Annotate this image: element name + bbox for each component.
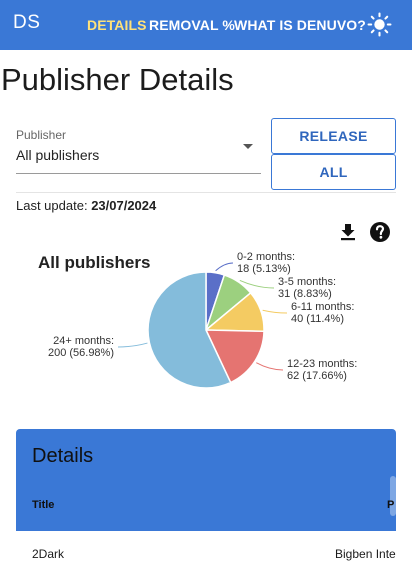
- table-cell-title: 2Dark: [32, 547, 65, 561]
- page-title: Publisher Details: [1, 62, 234, 97]
- divider: [16, 192, 396, 193]
- slice-label-4: 24+ months:: [53, 335, 114, 347]
- release-button[interactable]: RELEASE: [271, 118, 396, 154]
- chart-title: All publishers: [38, 253, 150, 272]
- slice-value-3: 62 (17.66%): [287, 370, 347, 382]
- leader-line-0: [215, 262, 234, 272]
- publisher-select-value: All publishers: [16, 147, 100, 163]
- chevron-down-icon: [243, 144, 253, 149]
- pie-chart: All publishers 0-2 months:18 (5.13%)3-5 …: [38, 251, 357, 389]
- last-update: Last update: 23/07/2024: [16, 198, 156, 213]
- slice-label-2: 6-11 months:: [291, 301, 354, 313]
- slice-value-2: 40 (11.4%): [291, 313, 344, 325]
- sun-icon[interactable]: [367, 12, 392, 37]
- slice-label-1: 3-5 months:: [278, 276, 336, 288]
- slice-value-1: 31 (8.83%): [278, 288, 332, 300]
- nav-removal[interactable]: REMOVAL %: [149, 17, 235, 33]
- details-title: Details: [32, 445, 94, 467]
- nav-what-is-denuvo[interactable]: WHAT IS DENUVO?: [234, 17, 366, 33]
- column-header-publisher[interactable]: P: [387, 499, 394, 511]
- slice-value-0: 18 (5.13%): [237, 263, 291, 275]
- slice-value-4: 200 (56.98%): [48, 347, 114, 359]
- column-header-title[interactable]: Title: [32, 499, 54, 511]
- nav-details[interactable]: DETAILS: [87, 17, 147, 33]
- last-update-date: 23/07/2024: [91, 198, 157, 213]
- publisher-select[interactable]: Publisher All publishers: [16, 120, 261, 174]
- slice-label-3: 12-23 months:: [287, 358, 357, 370]
- slice-label-0: 0-2 months:: [237, 251, 295, 263]
- details-card: Details Title P: [16, 429, 396, 531]
- leader-line-4: [117, 342, 148, 348]
- logo[interactable]: DS: [13, 12, 40, 34]
- top-app-bar: DS DETAILS REMOVAL % WHAT IS DENUVO?: [0, 0, 412, 50]
- last-update-label: Last update:: [16, 198, 88, 213]
- publisher-select-label: Publisher: [16, 128, 67, 142]
- all-button[interactable]: ALL: [271, 154, 396, 190]
- leader-line-3: [256, 362, 284, 371]
- leader-line-2: [262, 309, 288, 314]
- download-icon[interactable]: [338, 222, 358, 242]
- table-cell-publisher: Bigben Inte: [335, 547, 396, 561]
